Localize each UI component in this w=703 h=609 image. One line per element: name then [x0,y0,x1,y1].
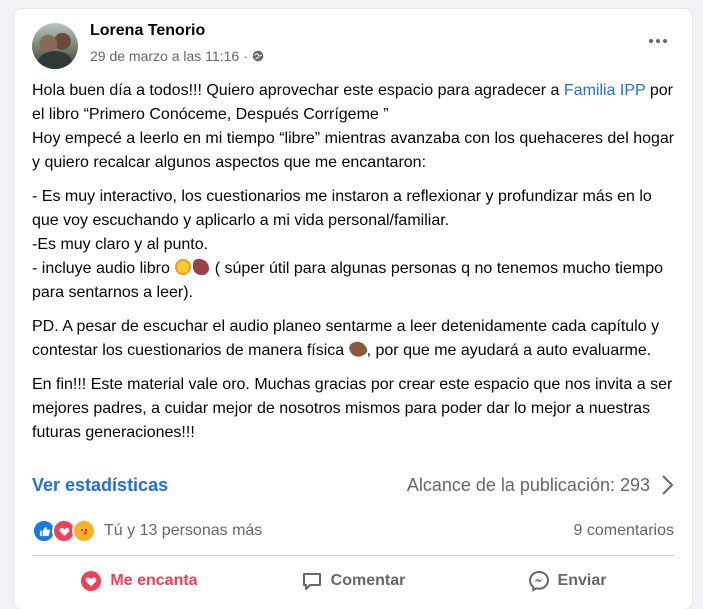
chevron-right-icon [662,475,674,495]
writing-hand-emoji-icon [346,338,369,360]
page-link[interactable]: Familia IPP [564,82,646,99]
comments-count[interactable]: 9 comentarios [574,522,675,540]
post-body: Hola buen día a todos!!! Quiero aprovech… [32,79,682,455]
post-card: Lorena Tenorio 29 de marzo a las 11:16 ·… [14,9,692,609]
paragraph-2: - Es muy interactivo, los cuestionarios … [32,188,663,301]
reaction-summary[interactable]: Tú y 13 personas más [32,519,262,543]
star-struck-emoji-icon [175,259,192,275]
heart-icon [81,571,102,591]
flexed-biceps-emoji-icon [193,259,210,275]
view-stats-link[interactable]: Ver estadísticas [32,475,168,496]
love-button[interactable]: Me encanta [32,559,246,603]
more-options-icon[interactable] [642,29,674,53]
globe-icon [252,50,264,62]
paragraph-1: Hola buen día a todos!!! Quiero aprovech… [32,82,675,171]
send-button-label: Enviar [557,572,607,589]
author-name[interactable]: Lorena Tenorio [90,22,205,40]
paragraph-4: En fin!!! Este material vale oro. Muchas… [32,376,673,441]
comment-button[interactable]: Comentar [246,559,460,603]
reach-info[interactable]: Alcance de la publicación: 293 [407,474,674,496]
reactions-row: Tú y 13 personas más 9 comentarios [32,517,674,545]
paragraph-3: PD. A pesar de escuchar el audio planeo … [32,318,660,360]
comment-button-label: Comentar [330,572,406,589]
care-reaction-icon [72,519,96,543]
love-button-label: Me encanta [110,572,198,589]
send-button[interactable]: Enviar [460,559,674,603]
action-bar: Me encanta Comentar Enviar [32,559,674,603]
comment-icon [302,573,321,590]
post-timestamp[interactable]: 29 de marzo a las 11:16 [90,48,239,64]
stats-row: Ver estadísticas Alcance de la publicaci… [32,467,674,503]
divider [32,555,674,556]
post-header: Lorena Tenorio 29 de marzo a las 11:16 · [28,21,678,69]
reactions-text: Tú y 13 personas más [104,522,263,539]
reach-label: Alcance de la publicación: 293 [406,474,650,495]
messenger-icon [528,570,549,592]
avatar[interactable] [32,23,78,69]
post-meta: 29 de marzo a las 11:16 · [90,48,264,64]
dot-separator: · [243,48,248,64]
